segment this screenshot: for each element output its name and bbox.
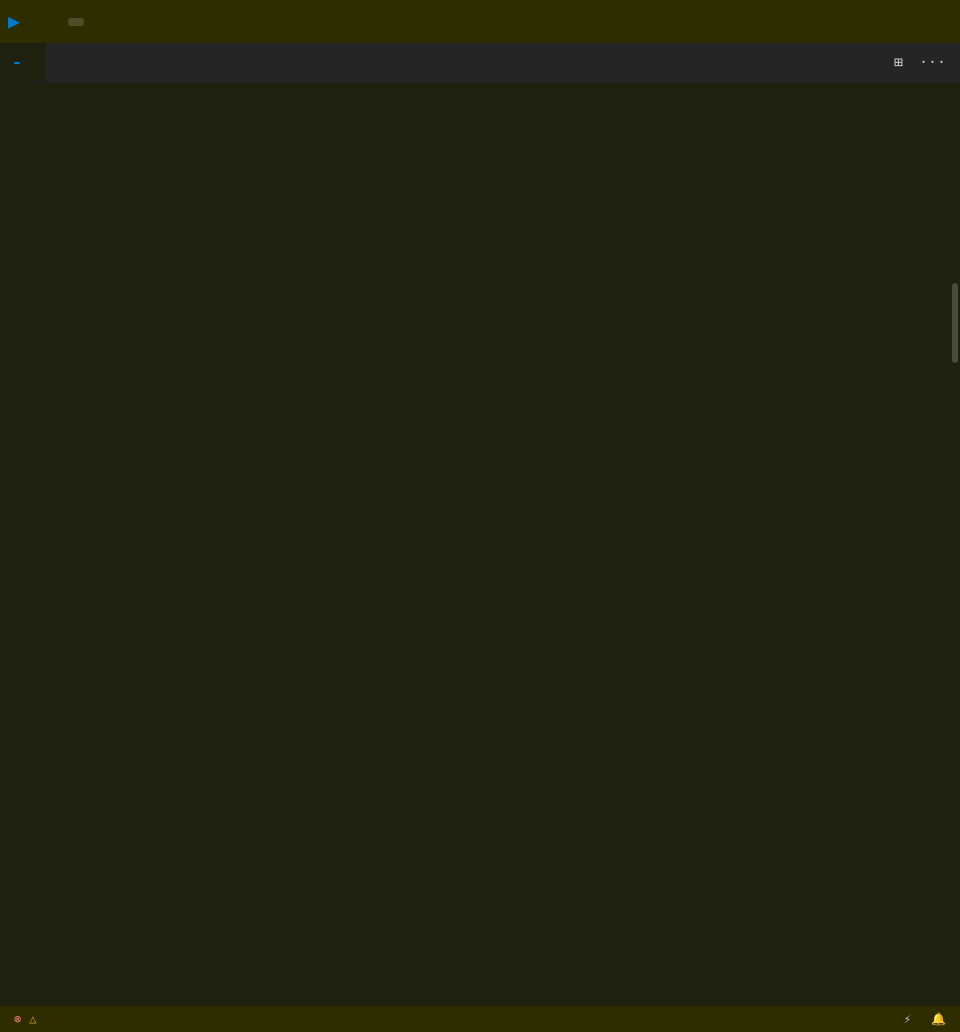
menu-more[interactable]: [148, 18, 164, 26]
scrollbar-thumb[interactable]: [952, 283, 958, 363]
error-icon: ⊗: [14, 1012, 21, 1027]
title-bar: ▶: [0, 0, 960, 43]
menu-view[interactable]: [88, 18, 104, 26]
menu-go[interactable]: [108, 18, 124, 26]
menu-edit[interactable]: [48, 18, 64, 26]
vertical-scrollbar[interactable]: [950, 83, 960, 1006]
maximize-button[interactable]: [862, 0, 906, 43]
remote-icon: ⚡: [904, 1012, 911, 1027]
close-button[interactable]: [908, 0, 952, 43]
more-actions-button[interactable]: ···: [913, 50, 952, 75]
menu-selection[interactable]: [68, 18, 84, 26]
status-right: ⚡ 🔔: [796, 1012, 950, 1027]
tab-actions: ⊞ ···: [888, 43, 960, 82]
status-bar: ⊗ △ ⚡ 🔔: [0, 1006, 960, 1032]
menu-run[interactable]: [128, 18, 144, 26]
errors-indicator[interactable]: ⊗ △: [10, 1012, 44, 1027]
vscode-logo-icon: ▶: [8, 9, 20, 35]
code-editor[interactable]: [48, 83, 950, 1006]
bell-icon: 🔔: [931, 1012, 946, 1027]
tab-bar: ⊞ ···: [0, 43, 960, 83]
ts-badge: [14, 62, 20, 64]
minimize-button[interactable]: [816, 0, 860, 43]
split-editor-button[interactable]: ⊞: [888, 49, 909, 76]
editor-container: [0, 83, 960, 1006]
warning-icon: △: [29, 1012, 36, 1027]
notifications-button[interactable]: 🔔: [927, 1012, 950, 1027]
active-tab[interactable]: [0, 43, 47, 82]
menu-file[interactable]: [28, 18, 44, 26]
remote-button[interactable]: ⚡: [900, 1012, 915, 1027]
line-numbers-gutter: [0, 83, 48, 1006]
window-controls: [816, 0, 952, 43]
